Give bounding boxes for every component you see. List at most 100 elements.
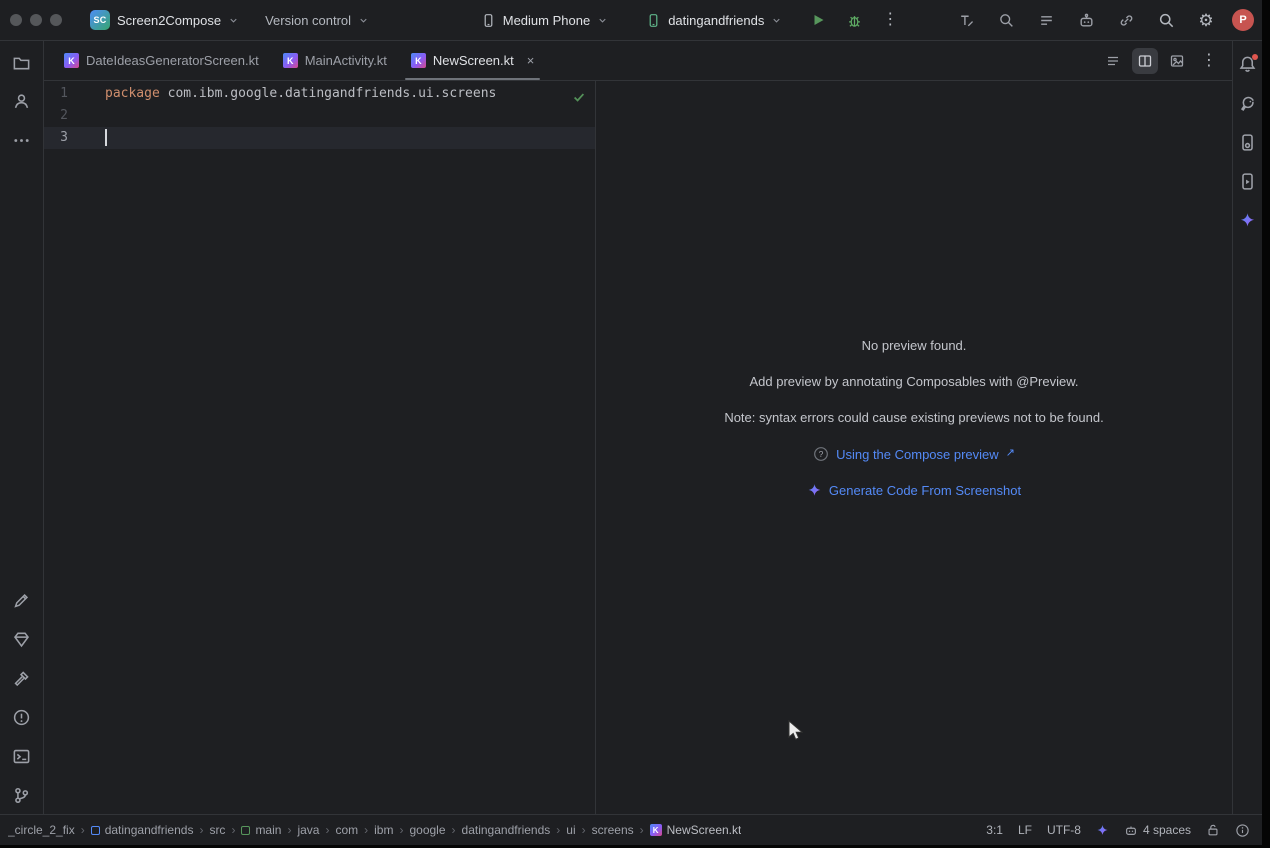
line-number[interactable]: 2 [44, 105, 78, 127]
zoom-window-button[interactable] [50, 14, 62, 26]
editor-tab-bar: K DateIdeasGeneratorScreen.kt K MainActi… [44, 41, 1232, 81]
run-configuration-selector[interactable]: datingandfriends [640, 9, 788, 32]
collaboration-tool-button[interactable] [11, 90, 33, 112]
notification-dot [1252, 54, 1258, 60]
breadcrumb-item[interactable]: src [209, 823, 225, 837]
chevron-down-icon [597, 15, 608, 26]
search-icon [1158, 12, 1175, 29]
terminal-tool-button[interactable] [11, 745, 33, 767]
find-action-button[interactable] [992, 6, 1020, 34]
breadcrumb-item-file[interactable]: KNewScreen.kt [650, 823, 742, 837]
version-control-selector[interactable]: Version control [259, 9, 375, 32]
design-tools-button[interactable] [11, 589, 33, 611]
line-separator-widget[interactable]: LF [1018, 823, 1032, 837]
device-manager-button[interactable] [1237, 131, 1259, 153]
project-tool-button[interactable] [11, 51, 33, 73]
kotlin-file-icon: K [64, 53, 79, 68]
rename-refactor-button[interactable] [952, 6, 980, 34]
breadcrumb-item[interactable]: com [335, 823, 358, 837]
task-list-button[interactable] [1032, 6, 1060, 34]
resource-manager-button[interactable] [11, 628, 33, 650]
device-gear-icon [1238, 133, 1257, 152]
breadcrumb-item[interactable]: ui [566, 823, 575, 837]
close-window-button[interactable] [10, 14, 22, 26]
inspections-status-widget[interactable] [572, 90, 586, 108]
code-view-button[interactable] [1100, 48, 1126, 74]
code-line: 1 package com.ibm.google.datingandfriend… [44, 83, 595, 105]
ide-window: SC Screen2Compose Version control Medium… [0, 0, 1270, 848]
gemini-status-widget[interactable] [1096, 824, 1109, 837]
gem-icon [12, 630, 31, 649]
settings-button[interactable]: ⚙ [1192, 6, 1220, 34]
split-view-button[interactable] [1132, 48, 1158, 74]
breadcrumb-item[interactable]: java [297, 823, 319, 837]
build-tool-button[interactable] [11, 667, 33, 689]
breadcrumb: _circle_2_fix › datingandfriends › src ›… [8, 823, 741, 837]
running-devices-button[interactable] [1237, 170, 1259, 192]
indent-widget[interactable]: 4 spaces [1124, 823, 1191, 837]
device-selector[interactable]: Medium Phone [475, 9, 614, 32]
breadcrumb-item[interactable]: datingandfriends [91, 823, 194, 837]
left-stripe-top [11, 51, 33, 151]
kotlin-file-icon: K [650, 824, 662, 836]
user-avatar[interactable]: P [1232, 9, 1254, 31]
more-tool-windows-button[interactable] [11, 129, 33, 151]
more-run-options-button[interactable]: ⋮ [876, 6, 904, 34]
plugin-link-button[interactable] [1112, 6, 1140, 34]
folder-icon [12, 53, 31, 72]
device-play-icon [1238, 172, 1257, 191]
problems-tool-button[interactable] [11, 706, 33, 728]
project-badge-icon: SC [90, 10, 110, 30]
kebab-icon: ⋮ [882, 12, 898, 28]
robot-icon [1078, 12, 1095, 29]
editor-options-button[interactable]: ⋮ [1196, 48, 1222, 74]
code-editor[interactable]: 1 package com.ibm.google.datingandfriend… [44, 81, 596, 814]
info-widget[interactable] [1235, 823, 1250, 838]
tab-newscreen[interactable]: K NewScreen.kt × [399, 41, 547, 80]
readonly-toggle-widget[interactable] [1206, 823, 1220, 837]
tab-dateideasgeneratorscreen[interactable]: K DateIdeasGeneratorScreen.kt [52, 41, 271, 80]
design-view-button[interactable] [1164, 48, 1190, 74]
left-stripe-bottom [11, 589, 33, 806]
chevron-separator-icon: › [231, 823, 235, 837]
kotlin-file-icon: K [283, 53, 298, 68]
project-selector[interactable]: SC Screen2Compose [84, 6, 245, 34]
line-number[interactable]: 1 [44, 83, 78, 105]
project-name: Screen2Compose [117, 13, 221, 28]
compose-preview-doc-link[interactable]: ? Using the Compose preview ↗ [813, 446, 1015, 462]
gradle-elephant-icon [1238, 94, 1257, 113]
debug-button[interactable] [840, 6, 868, 34]
breadcrumb-item[interactable]: _circle_2_fix [8, 823, 75, 837]
gradle-tool-button[interactable] [1237, 92, 1259, 114]
run-button[interactable] [804, 6, 832, 34]
breadcrumb-item[interactable]: google [409, 823, 445, 837]
external-link-icon: ↗ [1006, 446, 1015, 459]
run-toolbar: Medium Phone datingandfriends ⋮ [475, 6, 905, 34]
tab-mainactivity[interactable]: K MainActivity.kt [271, 41, 399, 80]
editor-view-mode-buttons: ⋮ [1100, 41, 1232, 80]
line-number[interactable]: 3 [44, 127, 78, 149]
main-body: K DateIdeasGeneratorScreen.kt K MainActi… [0, 41, 1262, 814]
search-everywhere-button[interactable] [1152, 6, 1180, 34]
close-tab-icon[interactable]: × [527, 54, 535, 67]
ai-assistant-button[interactable] [1072, 6, 1100, 34]
breadcrumb-item[interactable]: ibm [374, 823, 393, 837]
caret-position-widget[interactable]: 3:1 [986, 823, 1003, 837]
chevron-separator-icon: › [81, 823, 85, 837]
encoding-widget[interactable]: UTF-8 [1047, 823, 1081, 837]
version-control-tool-button[interactable] [11, 784, 33, 806]
breadcrumb-item[interactable]: datingandfriends [462, 823, 551, 837]
code-keyword: package [105, 86, 160, 101]
text-edit-icon [958, 12, 975, 29]
minimize-window-button[interactable] [30, 14, 42, 26]
right-tool-stripe [1232, 41, 1262, 814]
breadcrumb-item[interactable]: main [241, 823, 281, 837]
chevron-separator-icon: › [556, 823, 560, 837]
chevron-separator-icon: › [199, 823, 203, 837]
gemini-tool-button[interactable] [1237, 209, 1259, 231]
breadcrumb-item[interactable]: screens [592, 823, 634, 837]
unlock-icon [1206, 823, 1220, 837]
doc-link-label: Using the Compose preview [836, 447, 999, 462]
notifications-button[interactable] [1237, 53, 1259, 75]
generate-code-from-screenshot-link[interactable]: Generate Code From Screenshot [807, 483, 1021, 498]
